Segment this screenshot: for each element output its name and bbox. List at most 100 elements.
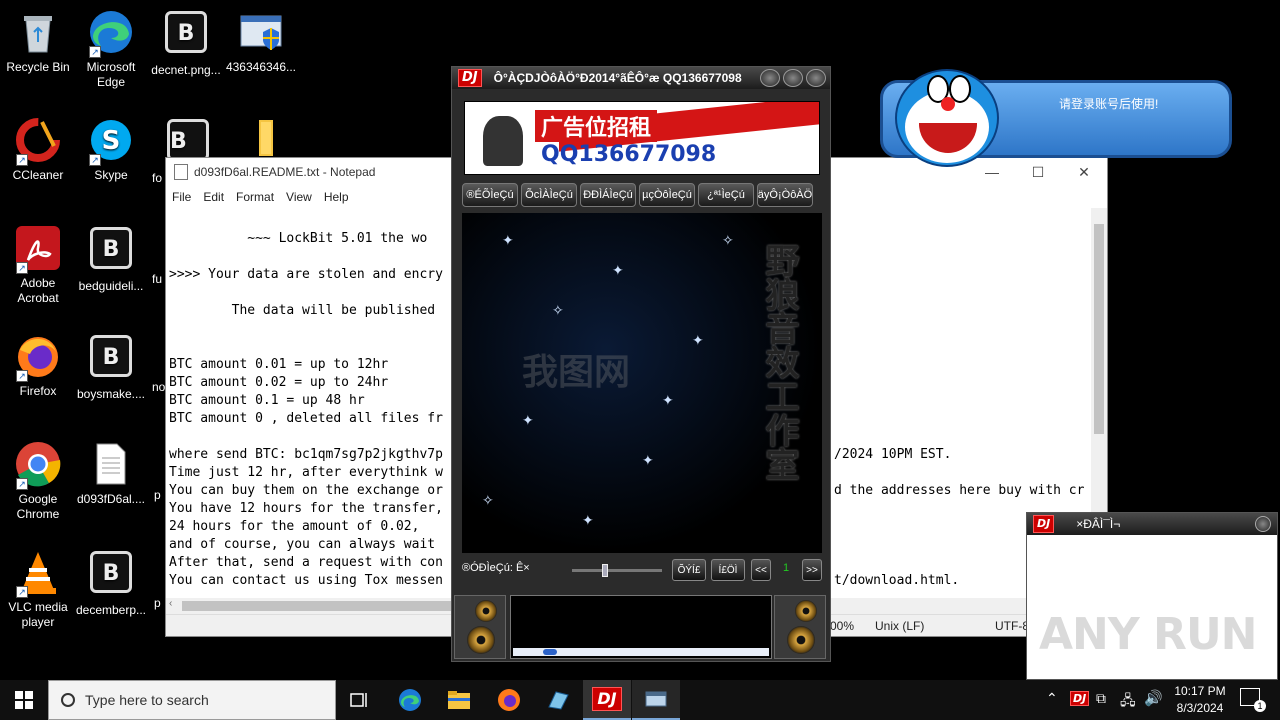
desktop-icon-microsoft-edge[interactable]: ↗ Microsoft Edge: [73, 8, 149, 90]
desktop-icon-decnet[interactable]: B decnet.png...: [148, 8, 224, 78]
menu-view[interactable]: View: [286, 190, 312, 204]
desktop-icon-ccleaner[interactable]: ↗ CCleaner: [0, 116, 76, 183]
dj-tab-6[interactable]: äyÔ¡ÒôÀÖ: [757, 183, 813, 207]
start-button[interactable]: [0, 680, 48, 720]
dj-tab-2[interactable]: ÕcÌÀÌeÇú: [521, 183, 577, 207]
dj-category-tabs: ®ÉÕÌeÇú ÕcÌÀÌeÇú ÐÐÌÁÌeÇú µçÒôÌeÇú ¿ª¹Ìe…: [462, 183, 816, 207]
dj-icon: DJ: [592, 687, 622, 711]
stop-button[interactable]: Í£ÖÌ: [711, 559, 745, 581]
menu-edit[interactable]: Edit: [203, 190, 224, 204]
desktop-icon-d093fd6al[interactable]: d093fD6al....: [73, 440, 149, 507]
clock-time[interactable]: 10:17 PM: [1169, 684, 1231, 698]
desktop-icon-decemberp[interactable]: B decemberp...: [73, 548, 149, 618]
icon-label: Firefox: [19, 384, 57, 398]
taskbar-search[interactable]: Type here to search: [48, 680, 336, 720]
dj-maximize-button[interactable]: [783, 69, 803, 87]
dj-player-window[interactable]: DJ Ô°ÀÇDJÒôÀÖ°Ð2014°ãÊÔ°æ QQ136677098 广告…: [451, 66, 831, 662]
lockbit-icon: B: [162, 11, 210, 59]
menu-format[interactable]: Format: [236, 190, 274, 204]
icon-label: VLC media player: [8, 600, 68, 629]
speaker-left-icon: [454, 595, 506, 659]
studio-name: 野狼音效工作室: [759, 243, 799, 481]
desktop-icon-vlc[interactable]: ↗ VLC media player: [0, 548, 76, 630]
volume-slider[interactable]: [572, 564, 662, 577]
visualizer: [510, 595, 772, 659]
login-reminder-popup[interactable]: 请登录账号后使用!: [880, 69, 1232, 167]
chevron-up-icon[interactable]: ⌃: [1046, 690, 1058, 707]
svg-text:S: S: [102, 126, 121, 156]
desktop-icon-skype[interactable]: S ↗ Skype: [73, 116, 149, 183]
dj-tab-5[interactable]: ¿ª¹ÌeÇú: [698, 183, 754, 207]
next-page-button[interactable]: >>: [802, 559, 822, 581]
prev-page-button[interactable]: <<: [751, 559, 771, 581]
lockbit-icon: B: [87, 227, 135, 275]
icon-label: decemberp...: [75, 603, 147, 617]
icon-label: fu: [152, 272, 163, 286]
desktop-icon-recycle-bin[interactable]: Recycle Bin: [0, 8, 76, 75]
icon-label: p: [154, 596, 161, 610]
maximize-button[interactable]: ☐: [1015, 158, 1061, 186]
taskbar-dj-player[interactable]: DJ: [583, 680, 631, 720]
ad-banner[interactable]: 广告位招租 QQ136677098: [464, 101, 820, 175]
desktop-icon-boysmake[interactable]: B boysmake....: [73, 332, 149, 402]
clock-date[interactable]: 8/3/2024: [1169, 701, 1231, 715]
skype-icon: S ↗: [87, 116, 135, 166]
icon-label: p: [154, 488, 161, 502]
icon-label: bedguideli...: [78, 279, 144, 293]
taskbar-file-explorer[interactable]: [435, 680, 483, 720]
acrobat-icon: ↗: [14, 224, 62, 274]
chrome-icon: ↗: [14, 440, 62, 490]
firefox-icon: [498, 689, 520, 711]
status-zoom: 00%: [830, 619, 855, 633]
icon-label: 436346346...: [225, 60, 297, 74]
desktop: Recycle Bin ↗ CCleaner ↗ Adobe Acrobat ↗…: [0, 0, 1280, 680]
seek-bar[interactable]: [513, 648, 769, 656]
dj-tab-4[interactable]: µçÒôÌeÇú: [639, 183, 695, 207]
desktop-icon-bedguideli[interactable]: B bedguideli...: [73, 224, 149, 294]
taskbar-edge[interactable]: [386, 680, 434, 720]
icon-label: Skype: [94, 168, 128, 182]
taskbar-window[interactable]: [632, 680, 680, 720]
icon-label: fo: [152, 171, 163, 185]
window-title: d093fD6al.README.txt - Notepad: [194, 165, 376, 179]
tray-app-icon[interactable]: ⧉: [1096, 690, 1106, 707]
task-view-icon: [350, 693, 367, 707]
banner-qq: QQ136677098: [541, 142, 717, 167]
dj-mini-titlebar[interactable]: DJ ×ÐÂÌ¯Ì¬: [1027, 513, 1277, 535]
firefox-icon: ↗: [14, 332, 62, 382]
icon-label: Microsoft Edge: [86, 60, 136, 89]
tray-dj-icon[interactable]: DJ: [1070, 691, 1090, 706]
dj-mini-title: ×ÐÂÌ¯Ì¬: [1076, 517, 1121, 531]
taskbar-firefox[interactable]: [485, 680, 533, 720]
desktop-icon-google-chrome[interactable]: ↗ Google Chrome: [0, 440, 76, 522]
desktop-icon-file-436[interactable]: 436346346...: [223, 8, 299, 75]
window-icon: [645, 691, 667, 707]
menu-file[interactable]: File: [172, 190, 191, 204]
notepad-icon: [174, 164, 188, 180]
dj-mini-close-button[interactable]: [1255, 516, 1271, 532]
close-button[interactable]: ✕: [1061, 158, 1107, 186]
desktop-icon-adobe-acrobat[interactable]: ↗ Adobe Acrobat: [0, 224, 76, 306]
icon-label: decnet.png...: [151, 63, 221, 77]
network-icon[interactable]: 🖧: [1120, 690, 1136, 714]
dj-minimize-button[interactable]: [760, 69, 780, 87]
volume-icon[interactable]: 🔊: [1144, 689, 1163, 707]
dj-titlebar[interactable]: DJ Ô°ÀÇDJÒôÀÖ°Ð2014°ãÊÔ°æ QQ136677098: [452, 67, 830, 89]
dj-controls: ®ÓÐÌeÇú: Ê× ÕÝÍ£ Í£ÖÌ << 1 >>: [460, 559, 824, 581]
dj-mini-window[interactable]: DJ ×ÐÂÌ¯Ì¬ ANY RUN: [1026, 512, 1278, 680]
task-view-button[interactable]: [336, 680, 384, 720]
banner-headline: 广告位招租: [535, 110, 658, 142]
doraemon-icon: [895, 69, 999, 167]
text-file-icon: [87, 440, 135, 488]
pause-button[interactable]: ÕÝÍ£: [672, 559, 706, 581]
minimize-button[interactable]: —: [969, 158, 1015, 186]
menu-help[interactable]: Help: [324, 190, 349, 204]
watermark: 我图网: [522, 352, 631, 393]
popup-message: 请登录账号后使用!: [1059, 97, 1159, 111]
dj-logo: DJ: [1033, 515, 1055, 533]
dj-tab-3[interactable]: ÐÐÌÁÌeÇú: [580, 183, 636, 207]
desktop-icon-firefox[interactable]: ↗ Firefox: [0, 332, 76, 399]
dj-tab-1[interactable]: ®ÉÕÌeÇú: [462, 183, 518, 207]
taskbar-app[interactable]: [534, 680, 582, 720]
dj-close-button[interactable]: [806, 69, 826, 87]
